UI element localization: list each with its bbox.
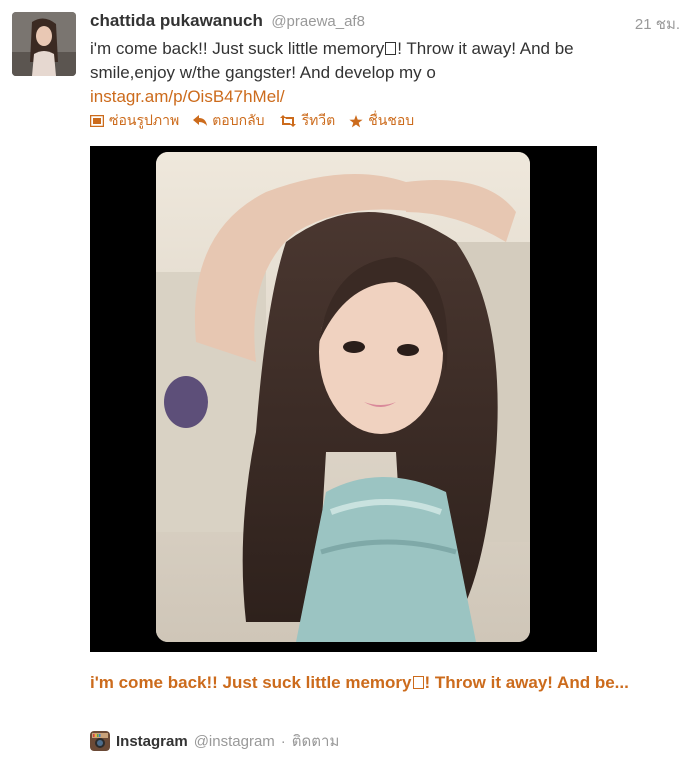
instagram-name[interactable]: Instagram bbox=[116, 733, 188, 750]
favorite-label: ชื่นชอบ bbox=[368, 112, 415, 128]
card-attribution: Instagram @instagram · ติดตาม bbox=[90, 730, 339, 752]
retweet-icon bbox=[279, 115, 296, 127]
photo-image bbox=[156, 152, 530, 642]
tweet: chattida pukawanuch @praewa_af8 21 ชม. i… bbox=[0, 0, 686, 759]
reply-arrow-icon bbox=[193, 115, 208, 126]
hide-photo-label: ซ่อนรูปภาพ bbox=[109, 112, 180, 128]
photo-icon bbox=[90, 115, 104, 127]
user-handle[interactable]: @praewa_af8 bbox=[271, 13, 365, 30]
tweet-text-part1: i'm come back!! Just suck little memory bbox=[90, 39, 385, 58]
card-title-part2: ! Throw it away! And be... bbox=[424, 673, 629, 692]
tweet-timestamp[interactable]: 21 ชม. bbox=[635, 12, 680, 36]
missing-glyph-box bbox=[385, 42, 397, 55]
follow-link[interactable]: ติดตาม bbox=[292, 729, 340, 753]
tweet-actions: ซ่อนรูปภาพ ตอบกลับ รีทวีต ชื่นชอบ bbox=[90, 111, 414, 131]
favorite-button[interactable]: ชื่นชอบ bbox=[349, 111, 414, 131]
avatar[interactable] bbox=[12, 12, 76, 76]
media-container[interactable] bbox=[90, 146, 597, 652]
reply-label: ตอบกลับ bbox=[212, 112, 265, 128]
tweet-header: chattida pukawanuch @praewa_af8 21 ชม. bbox=[90, 11, 680, 33]
instagram-camera-icon[interactable] bbox=[90, 731, 110, 751]
hide-photo-button[interactable]: ซ่อนรูปภาพ bbox=[90, 111, 179, 131]
avatar-image bbox=[12, 12, 76, 76]
instagram-handle[interactable]: @instagram bbox=[194, 733, 275, 750]
card-title[interactable]: i'm come back!! Just suck little memory!… bbox=[90, 670, 670, 695]
star-icon bbox=[349, 114, 363, 127]
tweet-link[interactable]: instagr.am/p/OisB47hMel/ bbox=[90, 87, 285, 106]
user-fullname[interactable]: chattida pukawanuch bbox=[90, 11, 263, 30]
reply-button[interactable]: ตอบกลับ bbox=[193, 111, 265, 131]
separator-dot: · bbox=[280, 732, 286, 750]
tweet-photo[interactable] bbox=[156, 152, 530, 642]
missing-glyph-box bbox=[412, 676, 424, 689]
card-title-part1: i'm come back!! Just suck little memory bbox=[90, 673, 412, 692]
tweet-text: i'm come back!! Just suck little memory!… bbox=[90, 37, 650, 109]
retweet-button[interactable]: รีทวีต bbox=[279, 111, 336, 131]
retweet-label: รีทวีต bbox=[301, 112, 336, 128]
